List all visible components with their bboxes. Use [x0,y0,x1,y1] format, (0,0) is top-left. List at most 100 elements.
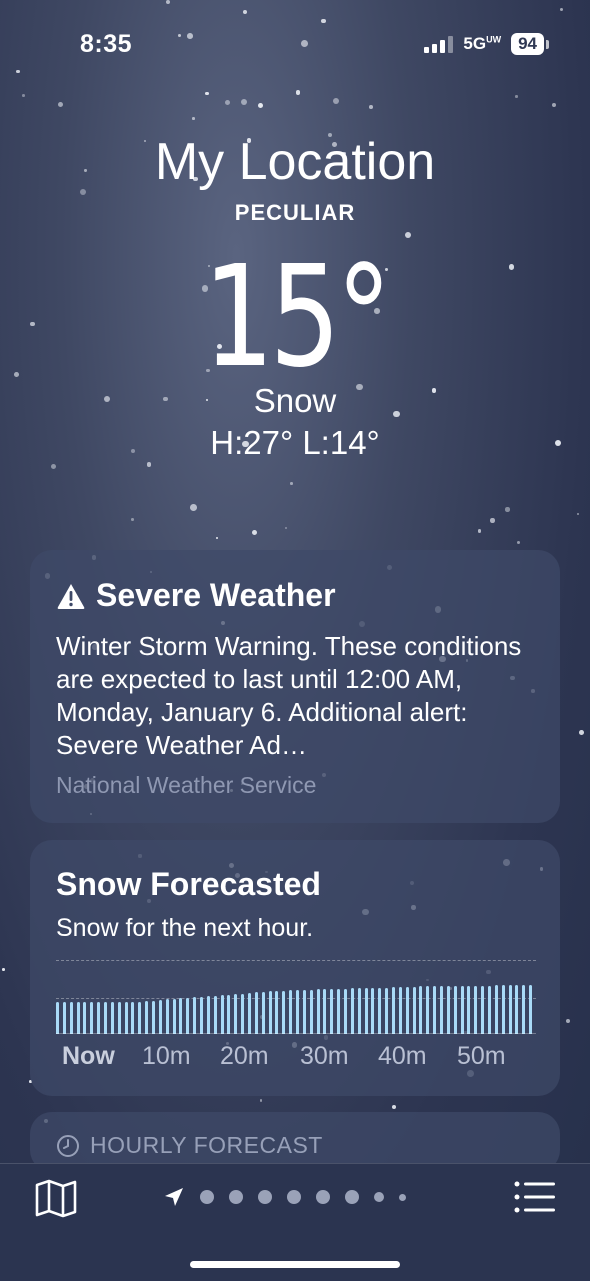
snowflake [490,518,495,523]
snowflake [187,33,193,39]
home-indicator [190,1261,400,1268]
precipitation-bar [316,989,320,1034]
precipitation-bar [186,997,190,1034]
page-dot[interactable] [316,1190,330,1204]
time-tick-label: 20m [220,1042,269,1070]
severe-weather-body: Winter Storm Warning. These conditions a… [56,631,522,760]
precipitation-bar [344,988,347,1034]
precipitation-bar [213,995,217,1034]
snowflake [505,507,510,512]
precipitation-bar [76,1001,80,1034]
precipitation-bar [522,985,526,1034]
precipitation-bar [97,1001,101,1034]
precipitation-bar [440,986,443,1034]
snowflake [368,105,373,109]
precipitation-bar [529,985,533,1034]
page-dot[interactable] [258,1190,272,1204]
precipitation-bar [364,988,368,1034]
precipitation-bar [172,998,176,1034]
precipitation-bar [124,1001,128,1034]
precipitation-bar [248,992,251,1034]
map-icon[interactable] [34,1178,78,1218]
page-indicator[interactable] [163,1186,406,1208]
precipitation-title: Snow Forecasted [56,866,321,902]
precipitation-subtitle: Snow for the next hour. [56,914,314,942]
precipitation-bar [494,985,498,1034]
signal-icon [424,35,454,53]
precipitation-bar [296,990,299,1034]
page-dot[interactable] [229,1190,243,1204]
bottom-toolbar [0,1163,590,1281]
snowflake [551,102,557,108]
precipitation-bar [193,997,197,1034]
precipitation-bar [392,987,395,1034]
hourly-forecast-header: HOURLY FORECAST [56,1132,323,1159]
snowflake [224,100,230,106]
snowflake [50,463,56,469]
precipitation-bar [419,986,423,1034]
status-time: 8:35 [80,30,133,58]
snowflake [190,504,197,511]
status-indicators: 5GUW 94 [424,33,549,55]
snowflake [130,517,134,521]
precipitation-bar [282,990,286,1034]
precipitation-bar [515,985,519,1034]
severe-weather-heading: Severe Weather [56,577,336,614]
precipitation-card[interactable]: Snow Forecasted Snow for the next hour. … [30,840,560,1096]
precipitation-bar [62,1001,66,1034]
snowflake [290,482,293,485]
snowflake [392,1104,397,1110]
snowflake [515,95,518,98]
precipitation-bar [488,985,491,1034]
page-dot[interactable] [200,1190,214,1204]
page-dot[interactable] [399,1193,406,1201]
snowflake [58,101,64,107]
snowflake [477,529,482,533]
snowflake [321,19,326,24]
precipitation-bar [206,996,210,1034]
hourly-forecast-label: HOURLY FORECAST [90,1132,323,1158]
precipitation-bar [145,1001,149,1034]
precipitation-bar [56,1001,59,1034]
precipitation-bar [426,986,430,1034]
precipitation-chart [56,980,536,1034]
snowflake [21,94,25,97]
snowflake [300,40,308,48]
severe-weather-card[interactable]: Severe Weather Winter Storm Warning. The… [30,550,560,823]
snowflake [565,1018,570,1024]
precipitation-bar [131,1001,135,1034]
precipitation-bar [412,987,416,1034]
time-tick-label: 10m [142,1042,191,1070]
precipitation-bar [460,985,464,1034]
precipitation-bar [234,994,238,1034]
precipitation-bar [330,988,334,1034]
chart-baseline [56,1033,536,1034]
snowflake [166,0,171,4]
precipitation-bar [323,989,327,1034]
precipitation-bar [398,987,402,1034]
precipitation-bar [69,1001,73,1034]
precipitation-bar [104,1001,107,1034]
current-temperature: 15° [202,236,392,399]
time-tick-label: 50m [457,1042,506,1070]
precipitation-bar [275,990,279,1034]
list-icon[interactable] [514,1180,556,1214]
snowflake [1,967,5,971]
network-label: 5GUW [463,34,502,53]
page-dot[interactable] [345,1190,359,1204]
page-dot[interactable] [287,1190,301,1204]
snowflake [576,512,580,516]
precipitation-bar [241,993,245,1034]
current-condition: Snow [253,382,337,419]
precipitation-bar [220,995,224,1034]
precipitation-bar [152,1000,155,1034]
page-dot[interactable] [374,1192,384,1202]
precipitation-bar [481,985,485,1034]
location-title: My Location [154,133,436,191]
snowflake [259,1099,263,1102]
time-tick-label: Now [62,1042,115,1070]
precipitation-bar [289,990,293,1034]
precipitation-bar [117,1001,121,1034]
precipitation-bar [467,985,471,1034]
precipitation-bar [227,994,231,1034]
